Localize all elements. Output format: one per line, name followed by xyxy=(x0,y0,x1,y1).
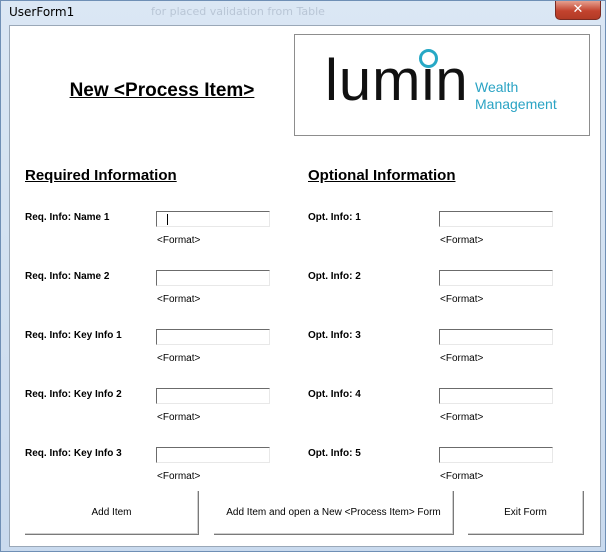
exit-form-button[interactable]: Exit Form xyxy=(468,491,584,535)
req-input-4[interactable] xyxy=(156,388,270,404)
userform-window: UserForm1 for placed validation from Tab… xyxy=(0,0,606,552)
req-format-4: <Format> xyxy=(157,412,201,423)
company-logo: lumin Wealth Management xyxy=(294,34,590,136)
logo-dot-icon xyxy=(419,49,438,68)
opt-label-2: Opt. Info: 2 xyxy=(308,271,361,282)
req-input-3[interactable] xyxy=(156,329,270,345)
opt-format-4: <Format> xyxy=(440,412,484,423)
close-button[interactable]: ✕ xyxy=(555,1,601,20)
opt-input-2[interactable] xyxy=(439,270,553,286)
opt-format-3: <Format> xyxy=(440,353,484,364)
add-item-and-new-form-button[interactable]: Add Item and open a New <Process Item> F… xyxy=(214,491,454,535)
background-ghost-text: for placed validation from Table xyxy=(151,5,325,18)
req-format-2: <Format> xyxy=(157,294,201,305)
opt-label-3: Opt. Info: 3 xyxy=(308,330,361,341)
opt-label-5: Opt. Info: 5 xyxy=(308,448,361,459)
logo-wordmark: lumin xyxy=(325,48,469,113)
req-label-4: Req. Info: Key Info 2 xyxy=(25,389,122,400)
logo-subtitle-line1: Wealth xyxy=(475,79,519,95)
req-label-3: Req. Info: Key Info 1 xyxy=(25,330,122,341)
req-format-1: <Format> xyxy=(157,235,201,246)
opt-format-2: <Format> xyxy=(440,294,484,305)
opt-input-4[interactable] xyxy=(439,388,553,404)
req-label-2: Req. Info: Name 2 xyxy=(25,271,110,282)
opt-format-1: <Format> xyxy=(440,235,484,246)
opt-label-1: Opt. Info: 1 xyxy=(308,212,361,223)
req-format-3: <Format> xyxy=(157,353,201,364)
logo-subtitle-line2: Management xyxy=(475,96,557,112)
text-caret xyxy=(167,214,168,225)
req-label-1: Req. Info: Name 1 xyxy=(25,212,110,223)
req-label-5: Req. Info: Key Info 3 xyxy=(25,448,122,459)
opt-input-3[interactable] xyxy=(439,329,553,345)
opt-format-5: <Format> xyxy=(440,471,484,482)
add-item-button[interactable]: Add Item xyxy=(25,491,199,535)
close-icon: ✕ xyxy=(572,2,584,17)
req-format-5: <Format> xyxy=(157,471,201,482)
form-title: New <Process Item> xyxy=(69,80,255,101)
req-input-1[interactable] xyxy=(156,211,270,227)
title-bar[interactable]: UserForm1 for placed validation from Tab… xyxy=(1,1,605,25)
req-input-5[interactable] xyxy=(156,447,270,463)
opt-input-5[interactable] xyxy=(439,447,553,463)
opt-label-4: Opt. Info: 4 xyxy=(308,389,361,400)
form-client-area: New <Process Item> lumin Wealth Manageme… xyxy=(9,25,601,547)
optional-heading: Optional Information xyxy=(308,167,456,184)
required-heading: Required Information xyxy=(25,167,177,184)
req-input-2[interactable] xyxy=(156,270,270,286)
window-title: UserForm1 xyxy=(9,5,75,19)
opt-input-1[interactable] xyxy=(439,211,553,227)
